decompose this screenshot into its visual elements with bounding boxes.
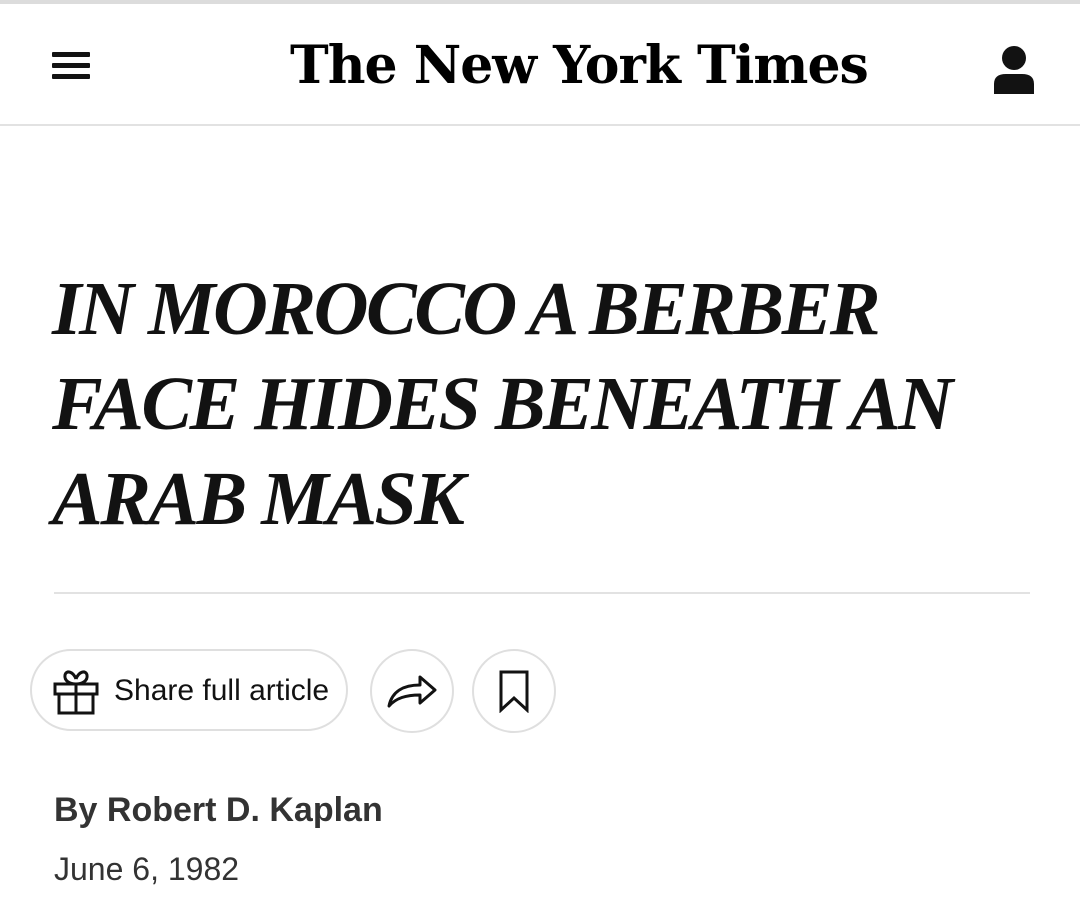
share-button-label: Share full article (114, 674, 330, 707)
save-bookmark-button[interactable] (472, 649, 556, 733)
divider (54, 592, 1030, 594)
share-arrow-icon (387, 675, 437, 708)
bookmark-icon (499, 670, 529, 713)
article-headline: IN MOROCCO A BERBER FACE HIDES BENEATH A… (52, 267, 953, 541)
publish-date: June 6, 1982 (54, 851, 240, 887)
user-account-icon[interactable] (992, 44, 1036, 96)
share-button[interactable] (370, 649, 454, 733)
share-full-article-button[interactable]: Share full article (30, 649, 348, 731)
menu-bar (52, 52, 90, 57)
site-header: The New York Times (0, 4, 1080, 126)
gift-icon (53, 670, 99, 715)
menu-bar (52, 74, 90, 79)
menu-bar (52, 63, 90, 68)
hamburger-menu-icon[interactable] (52, 50, 90, 82)
masthead-logo[interactable]: The New York Times (290, 26, 869, 106)
article-byline[interactable]: By Robert D. Kaplan (54, 788, 383, 832)
